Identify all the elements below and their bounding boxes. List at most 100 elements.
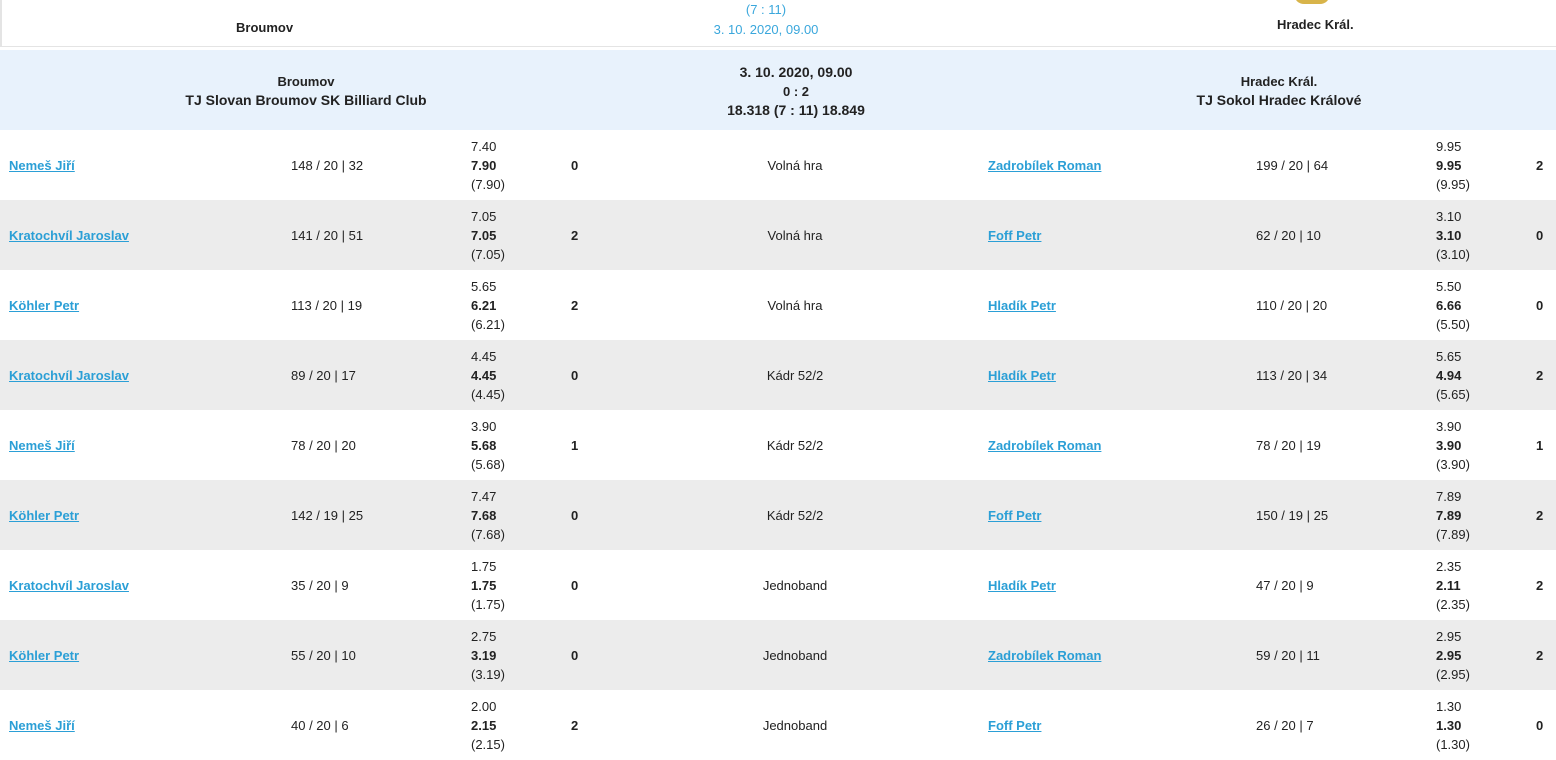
away-player-link[interactable]: Hladík Petr <box>988 578 1056 593</box>
home-avg-total: (1.75) <box>471 596 505 612</box>
away-player-stats: 110 / 20 | 20 <box>1256 297 1328 313</box>
home-player-averages: 7.47 7.68 (7.68) <box>471 480 505 550</box>
home-player-cell: Kratochvíl Jaroslav <box>9 200 129 270</box>
away-player-link[interactable]: Zadrobílek Roman <box>988 648 1101 663</box>
home-player-link[interactable]: Köhler Petr <box>9 298 79 313</box>
home-player-stats: 35 / 20 | 9 <box>291 577 349 593</box>
away-player-link[interactable]: Hladík Petr <box>988 368 1056 383</box>
away-player-link[interactable]: Zadrobílek Roman <box>988 158 1101 173</box>
sets-score: (7 : 11) <box>745 2 787 17</box>
home-avg-game: 2.00 <box>471 698 497 714</box>
home-points: 2 <box>571 717 579 733</box>
table-row: Köhler Petr 113 / 20 | 19 5.65 6.21 (6.21) 2 V… <box>0 270 1556 340</box>
away-points: 2 <box>1536 157 1544 173</box>
home-avg-total: (7.05) <box>471 246 505 262</box>
match-summary-bar: Broumov (7 : 11) 3. 10. 2020, 09.00 Hrad… <box>0 0 1556 47</box>
home-player-cell: Köhler Petr <box>9 620 79 690</box>
away-avg-best: 2.11 <box>1436 577 1461 593</box>
away-avg-best: 3.90 <box>1436 437 1462 453</box>
away-avg-best: 1.30 <box>1436 717 1462 733</box>
home-avg-total: (2.15) <box>471 736 505 752</box>
away-avg-best: 6.66 <box>1436 297 1462 313</box>
home-avg-game: 4.45 <box>471 348 497 364</box>
home-player-link[interactable]: Kratochvíl Jaroslav <box>9 578 129 593</box>
away-points: 2 <box>1536 647 1544 663</box>
away-player-averages: 5.50 6.66 (5.50) <box>1436 270 1470 340</box>
away-avg-total: (3.10) <box>1436 246 1470 262</box>
home-avg-best: 2.15 <box>471 717 497 733</box>
away-player-averages: 2.35 2.11 (2.35) <box>1436 550 1470 620</box>
away-player-cell: Zadrobílek Roman <box>988 620 1101 690</box>
home-avg-game: 7.40 <box>471 138 497 154</box>
away-avg-total: (2.95) <box>1436 666 1470 682</box>
home-avg-total: (5.68) <box>471 456 505 472</box>
home-avg-best: 6.21 <box>471 297 497 313</box>
home-team-header: Broumov TJ Slovan Broumov SK Billiard Cl… <box>156 72 456 110</box>
home-player-link[interactable]: Nemeš Jiří <box>9 718 75 733</box>
away-avg-total: (2.35) <box>1436 596 1470 612</box>
away-player-link[interactable]: Foff Petr <box>988 508 1041 523</box>
away-avg-total: (7.89) <box>1436 526 1470 542</box>
away-player-stats: 47 / 20 | 9 <box>1256 577 1314 593</box>
home-points: 0 <box>571 647 579 663</box>
away-player-link[interactable]: Foff Petr <box>988 718 1041 733</box>
home-points: 0 <box>571 367 579 383</box>
home-player-stats: 113 / 20 | 19 <box>291 297 363 313</box>
discipline: Jednoband <box>762 577 828 593</box>
home-avg-best: 1.75 <box>471 577 497 593</box>
home-player-averages: 5.65 6.21 (6.21) <box>471 270 505 340</box>
home-player-averages: 1.75 1.75 (1.75) <box>471 550 505 620</box>
away-avg-game: 5.50 <box>1436 278 1462 294</box>
home-player-cell: Nemeš Jiří <box>9 410 75 480</box>
home-avg-best: 3.19 <box>471 647 497 663</box>
home-avg-total: (4.45) <box>471 386 505 402</box>
away-player-stats: 199 / 20 | 64 <box>1256 157 1329 173</box>
home-points: 2 <box>571 297 579 313</box>
away-avg-best: 3.10 <box>1436 227 1462 243</box>
home-avg-total: (3.19) <box>471 666 505 682</box>
home-player-stats: 142 / 19 | 25 <box>291 507 364 523</box>
away-avg-best: 4.94 <box>1436 367 1462 383</box>
away-avg-game: 3.10 <box>1436 208 1462 224</box>
away-player-averages: 9.95 9.95 (9.95) <box>1436 130 1470 200</box>
away-avg-game: 3.90 <box>1436 418 1462 434</box>
away-player-cell: Foff Petr <box>988 480 1041 550</box>
away-player-averages: 2.95 2.95 (2.95) <box>1436 620 1470 690</box>
away-player-averages: 7.89 7.89 (7.89) <box>1436 480 1470 550</box>
discipline: Volná hra <box>767 297 823 313</box>
discipline: Jednoband <box>762 717 828 733</box>
away-points: 2 <box>1536 507 1544 523</box>
table-row: Köhler Petr 142 / 19 | 25 7.47 7.68 (7.68) 0 K… <box>0 480 1556 550</box>
home-player-link[interactable]: Kratochvíl Jaroslav <box>9 228 129 243</box>
home-points: 1 <box>571 437 579 453</box>
away-player-link[interactable]: Foff Petr <box>988 228 1041 243</box>
home-player-cell: Köhler Petr <box>9 480 79 550</box>
home-points: 0 <box>571 157 579 173</box>
home-player-stats: 89 / 20 | 17 <box>291 367 356 383</box>
away-player-cell: Zadrobílek Roman <box>988 410 1101 480</box>
away-player-averages: 1.30 1.30 (1.30) <box>1436 690 1470 760</box>
away-player-link[interactable]: Zadrobílek Roman <box>988 438 1101 453</box>
away-avg-total: (3.90) <box>1436 456 1470 472</box>
away-player-cell: Zadrobílek Roman <box>988 130 1101 200</box>
home-player-link[interactable]: Nemeš Jiří <box>9 158 75 173</box>
table-row: Nemeš Jiří 78 / 20 | 20 3.90 5.68 (5.68) 1 Kád… <box>0 410 1556 480</box>
away-points: 2 <box>1536 367 1544 383</box>
home-points: 2 <box>571 227 579 243</box>
table-row: Nemeš Jiří 148 / 20 | 32 7.40 7.90 (7.90) 0 Vo… <box>0 130 1556 200</box>
home-avg-best: 7.90 <box>471 157 497 173</box>
away-team-header: Hradec Král. TJ Sokol Hradec Králové <box>1129 72 1429 110</box>
match-header: Broumov TJ Slovan Broumov SK Billiard Cl… <box>0 50 1556 130</box>
home-player-link[interactable]: Köhler Petr <box>9 508 79 523</box>
home-player-link[interactable]: Köhler Petr <box>9 648 79 663</box>
home-team-club: TJ Slovan Broumov SK Billiard Club <box>185 92 427 108</box>
away-team-city: Hradec Král. <box>1240 74 1318 89</box>
away-player-link[interactable]: Hladík Petr <box>988 298 1056 313</box>
home-avg-total: (7.68) <box>471 526 505 542</box>
home-avg-total: (7.90) <box>471 176 505 192</box>
home-avg-game: 7.47 <box>471 488 497 504</box>
home-player-link[interactable]: Kratochvíl Jaroslav <box>9 368 129 383</box>
home-player-stats: 55 / 20 | 10 <box>291 647 356 663</box>
home-player-link[interactable]: Nemeš Jiří <box>9 438 75 453</box>
home-player-cell: Nemeš Jiří <box>9 130 75 200</box>
